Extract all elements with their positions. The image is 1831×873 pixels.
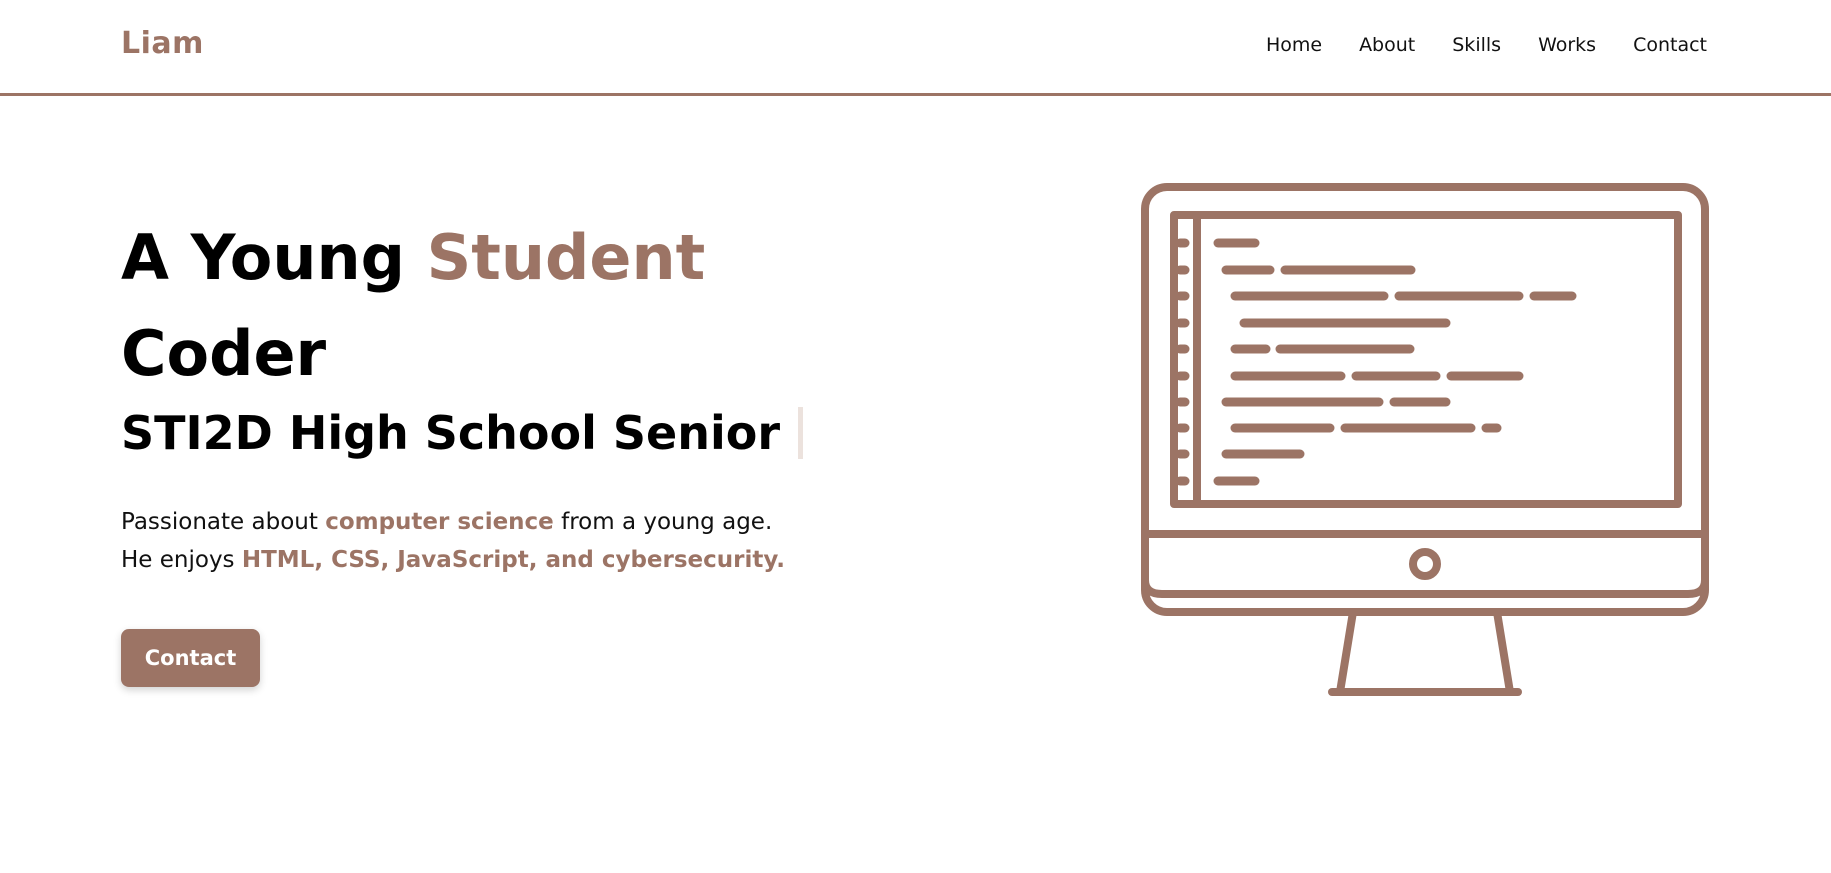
headline-part1: A Young [121,221,427,294]
hero-headline: A Young Student Coder [121,210,941,402]
contact-button[interactable]: Contact [121,629,260,687]
nav-link-home[interactable]: Home [1266,34,1322,56]
subtitle-text: STI2D High School Senior [121,406,781,460]
desc-line1-pre: Passionate about [121,509,326,535]
desktop-computer-code-icon [1140,182,1710,702]
headline-accent: Student [426,221,706,294]
typing-cursor [798,407,804,459]
headline-part2: Coder [121,317,327,390]
hero-text: A Young Student Coder STI2D High School … [121,210,941,579]
main-nav: Home About Skills Works Contact [1266,34,1707,56]
desc-line2-highlight: HTML, CSS, JavaScript, and cybersecurity… [241,547,785,573]
nav-link-skills[interactable]: Skills [1452,34,1501,56]
nav-link-contact[interactable]: Contact [1633,34,1707,56]
logo[interactable]: Liam [121,26,204,61]
desc-line1-highlight: computer science [325,509,554,535]
hero-description: Passionate about computer science from a… [121,503,941,579]
nav-link-works[interactable]: Works [1538,34,1596,56]
nav-link-about[interactable]: About [1359,34,1415,56]
desc-line2-pre: He enjoys [121,547,242,573]
hero-subtitle: STI2D High School Senior [121,405,941,461]
desc-line1-post: from a young age. [553,509,773,535]
site-header: Liam Home About Skills Works Contact [0,0,1831,96]
